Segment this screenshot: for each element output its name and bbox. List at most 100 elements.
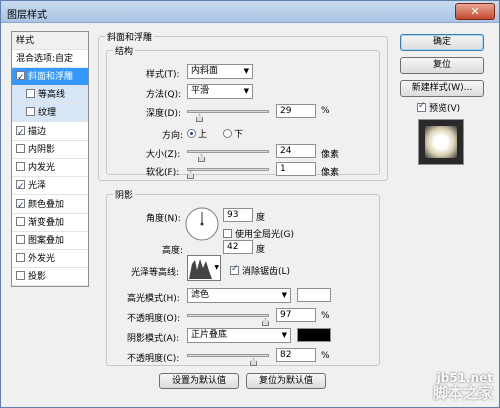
preview-image bbox=[425, 126, 457, 158]
style-label: 样式(T): bbox=[146, 70, 180, 80]
preview-checkbox[interactable]: 预览(V) bbox=[417, 101, 460, 114]
direction-down-label: 下 bbox=[234, 130, 244, 140]
color-overlay-checkbox[interactable] bbox=[16, 197, 25, 215]
style-item-label: 描边 bbox=[28, 127, 47, 137]
reset-default-button[interactable]: 复位为默认值 bbox=[246, 373, 326, 389]
method-dropdown[interactable]: 平滑 ▼ bbox=[187, 84, 253, 99]
inner-glow-checkbox[interactable] bbox=[16, 162, 25, 171]
highlight-mode-dropdown[interactable]: 滤色 ▼ bbox=[187, 288, 291, 303]
style-dropdown[interactable]: 内斜面 ▼ bbox=[187, 64, 253, 79]
chevron-down-icon: ▼ bbox=[243, 67, 249, 75]
style-item-outer-glow[interactable]: 外发光 bbox=[12, 250, 88, 268]
set-default-button[interactable]: 设置为默认值 bbox=[159, 373, 239, 389]
radio-icon bbox=[187, 129, 196, 138]
shadow-mode-dropdown[interactable]: 正片叠底 ▼ bbox=[187, 328, 291, 343]
direction-up-radio[interactable]: 上 bbox=[187, 127, 207, 140]
method-value: 平滑 bbox=[191, 86, 210, 96]
soften-slider[interactable] bbox=[187, 168, 269, 171]
style-item-pattern-overlay[interactable]: 图案叠加 bbox=[12, 232, 88, 250]
style-item-gradient-overlay[interactable]: 渐变叠加 bbox=[12, 214, 88, 232]
size-slider[interactable] bbox=[187, 150, 269, 153]
direction-up-label: 上 bbox=[198, 130, 208, 140]
highlight-color-swatch[interactable] bbox=[297, 288, 331, 302]
blend-options-item[interactable]: 混合选项:自定 bbox=[12, 50, 88, 68]
satin-checkbox[interactable] bbox=[16, 178, 25, 196]
style-item-label: 渐变叠加 bbox=[28, 218, 65, 228]
depth-label: 深度(D): bbox=[146, 109, 181, 119]
layer-style-dialog: 图层样式 ✕ 样式 混合选项:自定 斜面和浮雕 等高线 纹理 描边 内阴影 内发… bbox=[0, 0, 500, 408]
style-item-inner-glow[interactable]: 内发光 bbox=[12, 159, 88, 177]
highlight-opacity-unit: % bbox=[321, 311, 330, 321]
soften-unit: 像素 bbox=[321, 168, 340, 178]
angle-label: 角度(N): bbox=[146, 214, 181, 224]
watermark-site: 脚本之家 bbox=[432, 384, 493, 402]
direction-down-radio[interactable]: 下 bbox=[223, 127, 243, 140]
size-label: 大小(Z): bbox=[146, 150, 181, 160]
preview-label: 预览(V) bbox=[429, 104, 461, 114]
shadow-color-swatch[interactable] bbox=[297, 328, 331, 342]
shadow-mode-label: 阴影模式(A): bbox=[127, 334, 180, 344]
style-item-satin[interactable]: 光泽 bbox=[12, 177, 88, 196]
gloss-contour-picker[interactable]: ▼ bbox=[187, 255, 221, 281]
style-item-label: 投影 bbox=[28, 272, 47, 282]
highlight-opacity-input[interactable]: 97 bbox=[276, 308, 316, 322]
style-item-contour[interactable]: 等高线 bbox=[12, 86, 88, 104]
texture-checkbox[interactable] bbox=[26, 107, 35, 116]
shadow-opacity-input[interactable]: 82 bbox=[276, 348, 316, 362]
style-item-stroke[interactable]: 描边 bbox=[12, 123, 88, 142]
style-item-inner-shadow[interactable]: 内阴影 bbox=[12, 141, 88, 159]
shadow-opacity-slider[interactable] bbox=[187, 354, 269, 357]
angle-input[interactable]: 93 bbox=[223, 208, 253, 222]
chevron-down-icon: ▼ bbox=[243, 87, 249, 95]
direction-label: 方向: bbox=[162, 131, 184, 141]
highlight-opacity-slider[interactable] bbox=[187, 314, 269, 317]
style-value: 内斜面 bbox=[191, 66, 219, 76]
chevron-down-icon: ▼ bbox=[281, 331, 287, 339]
altitude-input[interactable]: 42 bbox=[223, 240, 253, 254]
soften-label: 软化(F): bbox=[146, 168, 180, 178]
style-item-texture[interactable]: 纹理 bbox=[12, 104, 88, 122]
size-input[interactable]: 24 bbox=[276, 144, 316, 158]
style-item-color-overlay[interactable]: 颜色叠加 bbox=[12, 196, 88, 215]
size-unit: 像素 bbox=[321, 150, 340, 160]
method-label: 方法(Q): bbox=[146, 90, 182, 100]
style-item-label: 图案叠加 bbox=[28, 236, 65, 246]
window-title: 图层样式 bbox=[7, 10, 47, 21]
bevel-checkbox[interactable] bbox=[16, 69, 25, 87]
antialias-checkbox[interactable]: 消除锯齿(L) bbox=[230, 264, 290, 277]
highlight-mode-label: 高光模式(H): bbox=[127, 294, 180, 304]
new-style-button[interactable]: 新建样式(W)... bbox=[400, 80, 484, 97]
gradient-overlay-checkbox[interactable] bbox=[16, 217, 25, 226]
shadow-opacity-label: 不透明度(C): bbox=[127, 354, 180, 364]
highlight-opacity-label: 不透明度(O): bbox=[127, 314, 181, 324]
stroke-checkbox[interactable] bbox=[16, 124, 25, 142]
style-item-label: 外发光 bbox=[28, 254, 56, 264]
depth-slider[interactable] bbox=[187, 110, 269, 113]
ok-button[interactable]: 确定 bbox=[400, 34, 484, 51]
highlight-mode-value: 滤色 bbox=[191, 290, 210, 300]
altitude-unit: 度 bbox=[256, 245, 266, 255]
angle-dial-icon[interactable] bbox=[184, 206, 220, 242]
title-bar: 图层样式 ✕ bbox=[1, 1, 499, 23]
close-button[interactable]: ✕ bbox=[455, 3, 495, 20]
inner-shadow-checkbox[interactable] bbox=[16, 144, 25, 153]
style-item-label: 纹理 bbox=[38, 108, 57, 118]
style-item-drop-shadow[interactable]: 投影 bbox=[12, 268, 88, 286]
global-light-checkbox[interactable]: 使用全局光(G) bbox=[223, 227, 294, 240]
chevron-down-icon: ▼ bbox=[281, 291, 287, 299]
soften-input[interactable]: 1 bbox=[276, 162, 316, 176]
checkbox-icon bbox=[417, 101, 426, 112]
style-item-bevel[interactable]: 斜面和浮雕 bbox=[12, 68, 88, 87]
reset-button[interactable]: 复位 bbox=[400, 57, 484, 74]
style-item-label: 内阴影 bbox=[28, 145, 56, 155]
depth-input[interactable]: 29 bbox=[276, 104, 316, 118]
radio-icon bbox=[223, 129, 232, 138]
outer-glow-checkbox[interactable] bbox=[16, 253, 25, 262]
styles-header: 样式 bbox=[12, 32, 88, 50]
pattern-overlay-checkbox[interactable] bbox=[16, 235, 25, 244]
contour-checkbox[interactable] bbox=[26, 89, 35, 98]
drop-shadow-checkbox[interactable] bbox=[16, 271, 25, 280]
shadow-opacity-unit: % bbox=[321, 351, 330, 361]
style-item-label: 光泽 bbox=[28, 181, 47, 191]
bevel-section-title: 斜面和浮雕 bbox=[105, 30, 155, 43]
